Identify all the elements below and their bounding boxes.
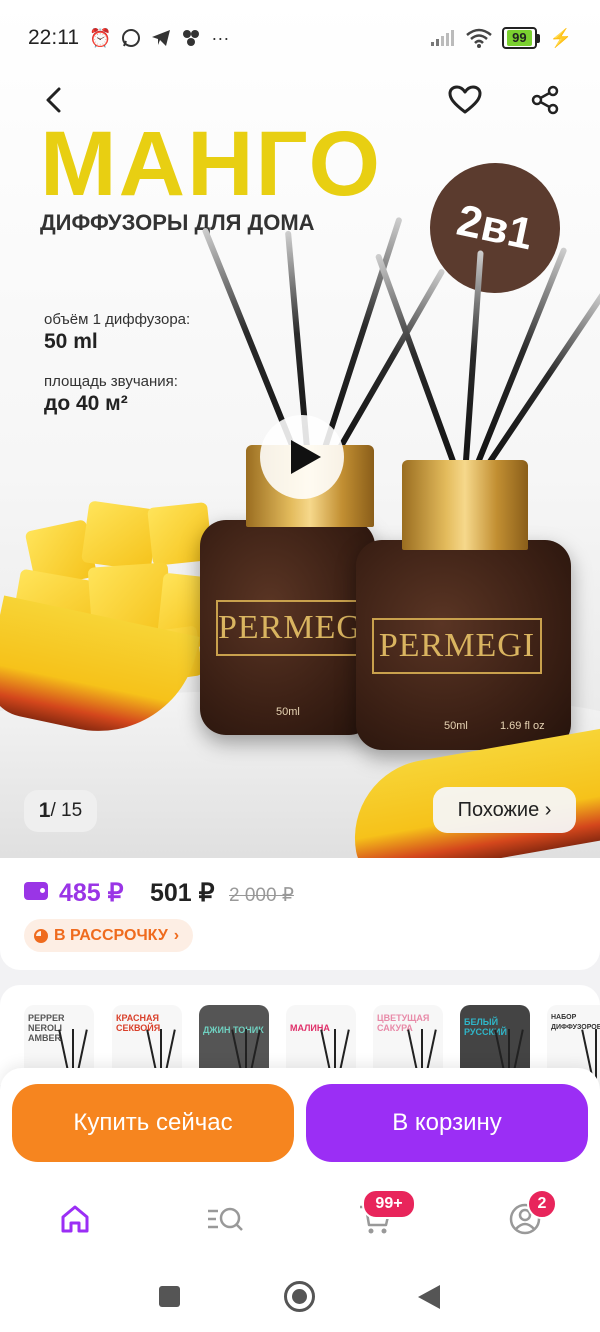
apps-icon	[183, 30, 200, 46]
play-video-button[interactable]	[260, 415, 344, 499]
bottom-tab-bar: 99+ 2	[0, 1180, 600, 1260]
more-dots-icon: ···	[211, 27, 230, 48]
battery-level: 99	[507, 30, 532, 46]
back-system-button[interactable]	[418, 1285, 440, 1309]
profile-notification-badge: 2	[527, 1189, 557, 1219]
bottle-brand-label: PERMEGI	[372, 618, 542, 674]
tab-home[interactable]	[45, 1194, 105, 1244]
signal-icon	[431, 30, 455, 46]
wifi-icon	[466, 28, 492, 48]
home-icon	[61, 1205, 89, 1233]
price-card: 485 ₽ 501 ₽ 2 000 ₽ В РАССРОЧКУ ›	[0, 858, 600, 970]
bottle-oz-label: 1.69 fl oz	[500, 720, 545, 732]
buy-now-button[interactable]: Купить сейчас	[12, 1084, 294, 1162]
charging-icon: ⚡	[549, 27, 572, 48]
chevron-right-icon: ›	[173, 926, 180, 944]
share-icon	[531, 85, 559, 115]
diffuser-bottle: PERMEGI 50ml 1.69 fl oz	[356, 540, 571, 750]
installment-label: В РАССРОЧКУ	[54, 926, 168, 944]
pager-current: 1	[38, 799, 51, 822]
back-button[interactable]	[32, 78, 76, 122]
heart-icon	[448, 85, 482, 114]
share-button[interactable]	[523, 78, 567, 122]
regular-price: 501 ₽	[150, 879, 215, 907]
installment-button[interactable]: В РАССРОЧКУ ›	[24, 919, 194, 952]
wallet-icon	[24, 882, 48, 900]
telegram-icon	[152, 30, 171, 46]
product-image-gallery[interactable]: МАНГО ДИФФУЗОРЫ ДЛЯ ДОМА объём 1 диффузо…	[0, 0, 600, 858]
spec-area-label: площадь звучания:	[44, 373, 178, 390]
spec-volume-label: объём 1 диффузора:	[44, 311, 191, 328]
bottle-cap	[402, 460, 528, 550]
purchase-action-bar: Купить сейчас В корзину	[0, 1068, 600, 1180]
diffuser-bottle: PERMEGI 50ml	[200, 520, 375, 735]
cart-count-badge: 99+	[362, 1189, 416, 1219]
wallet-price: 485 ₽	[59, 879, 124, 907]
status-time: 22:11	[28, 26, 79, 49]
whatsapp-icon	[122, 29, 141, 47]
hero-subtitle: ДИФФУЗОРЫ ДЛЯ ДОМА	[40, 210, 315, 235]
system-navigation-bar	[0, 1260, 600, 1332]
catalog-search-icon	[208, 1207, 243, 1231]
bottle-volume-label: 50ml	[276, 706, 300, 718]
home-system-button[interactable]	[284, 1281, 315, 1312]
play-icon	[291, 440, 321, 474]
image-pager: 1 / 15	[24, 790, 97, 832]
add-to-cart-button[interactable]: В корзину	[306, 1084, 588, 1162]
old-price: 2 000 ₽	[229, 885, 294, 906]
variant-title: PEPPER NEROLI AMBER	[28, 1013, 65, 1043]
similar-products-button[interactable]: Похожие ›	[433, 787, 576, 833]
bottle-volume-label: 50ml	[444, 720, 468, 732]
favorite-button[interactable]	[443, 78, 487, 122]
variant-title: НАБОР ДИФФУЗОРОВ	[551, 1014, 600, 1031]
tab-catalog[interactable]	[195, 1194, 255, 1244]
spec-volume-value: 50 ml	[44, 330, 98, 353]
installment-pie-icon	[34, 928, 48, 943]
bottle-brand-label: PERMEGI	[216, 600, 373, 656]
battery-icon: 99	[502, 27, 540, 49]
reed-stick	[318, 216, 403, 461]
recent-apps-button[interactable]	[159, 1286, 180, 1307]
alarm-icon: ⏰	[89, 27, 112, 48]
spec-area-value: до 40 м²	[44, 392, 128, 415]
hero-title: МАНГО	[40, 113, 383, 215]
pager-total: / 15	[50, 800, 83, 821]
chevron-left-icon	[46, 87, 61, 113]
status-bar: 22:11 ⏰ ··· 99 ⚡	[0, 0, 600, 76]
